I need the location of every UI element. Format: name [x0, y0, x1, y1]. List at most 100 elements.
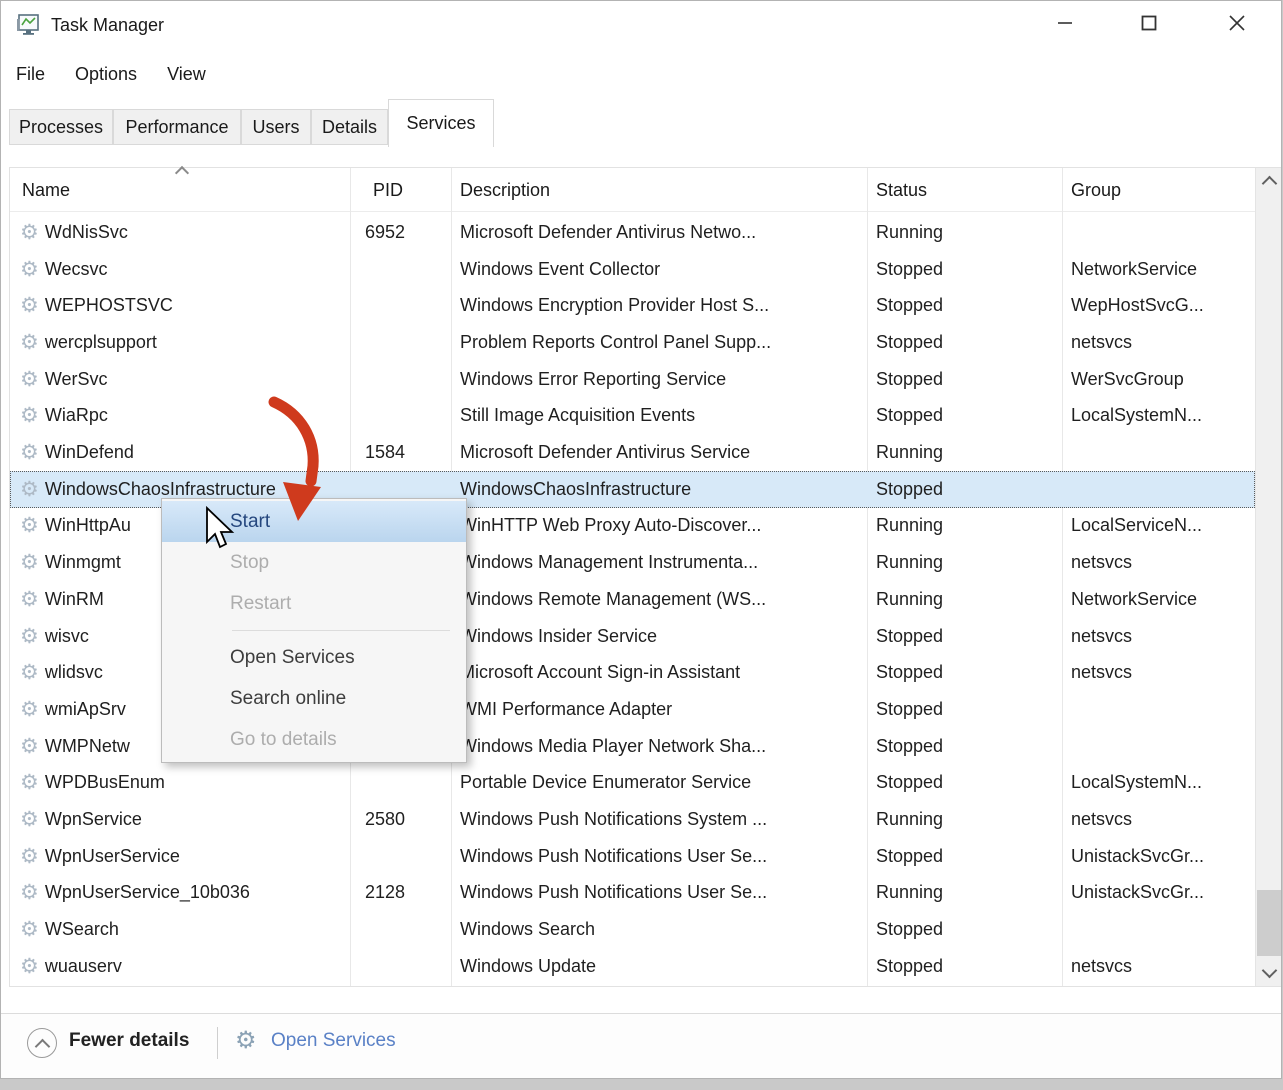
service-row-WpnUserService[interactable]: ⚙WpnUserServiceWindows Push Notification… [10, 838, 1255, 875]
service-status-cell: Stopped [867, 332, 1062, 353]
open-services-link[interactable]: Open Services [271, 1030, 396, 1052]
service-group-cell: NetworkService [1062, 589, 1255, 610]
maximize-button[interactable] [1121, 1, 1177, 45]
scroll-up-icon[interactable] [1256, 168, 1282, 194]
service-row-WinDefend[interactable]: ⚙WinDefend1584Microsoft Defender Antivir… [10, 434, 1255, 471]
close-button[interactable] [1209, 1, 1265, 45]
service-row-wercplsupport[interactable]: ⚙wercplsupportProblem Reports Control Pa… [10, 324, 1255, 361]
column-header-pid[interactable]: PID [373, 168, 403, 212]
service-status-cell: Stopped [867, 736, 1062, 757]
service-gear-icon: ⚙ [20, 405, 39, 426]
service-name: wercplsupport [45, 332, 157, 353]
tab-performance[interactable]: Performance [113, 109, 241, 145]
service-gear-icon: ⚙ [20, 259, 39, 280]
service-gear-icon: ⚙ [20, 809, 39, 830]
service-status-cell: Running [867, 442, 1062, 463]
column-header-group[interactable]: Group [1071, 168, 1121, 212]
service-name: wmiApSrv [45, 699, 126, 720]
service-row-wuauserv[interactable]: ⚙wuauservWindows UpdateStoppednetsvcs [10, 948, 1255, 985]
service-status-cell: Stopped [867, 662, 1062, 683]
service-description-cell: Windows Push Notifications System ... [451, 809, 867, 830]
service-row-WpnService[interactable]: ⚙WpnService2580Windows Push Notification… [10, 801, 1255, 838]
scrollbar-thumb[interactable] [1257, 890, 1281, 956]
service-row-Wecsvc[interactable]: ⚙WecsvcWindows Event CollectorStoppedNet… [10, 251, 1255, 288]
service-pid-cell: 6952 [350, 222, 451, 243]
menu-item-start[interactable]: Start [162, 501, 466, 542]
service-row-WSearch[interactable]: ⚙ WSearch Windows SearchStopped [10, 911, 1255, 948]
service-name-cell: ⚙ Wecsvc [10, 259, 350, 280]
service-name-cell: ⚙WEPHOSTSVC [10, 295, 350, 316]
minimize-button[interactable] [1037, 1, 1093, 45]
scroll-down-icon[interactable] [1256, 960, 1282, 986]
service-row-WerSvc[interactable]: ⚙WerSvcWindows Error Reporting ServiceSt… [10, 361, 1255, 398]
column-header-description[interactable]: Description [460, 168, 550, 212]
service-status-cell: Stopped [867, 626, 1062, 647]
fewer-details-chevron-icon[interactable] [27, 1028, 57, 1058]
menubar-item-file[interactable]: File [16, 64, 45, 85]
service-description-cell: Microsoft Defender Antivirus Netwo... [451, 222, 867, 243]
footer-bar: Fewer details ⚙ Open Services [1, 1013, 1281, 1079]
service-status-cell: Stopped [867, 699, 1062, 720]
service-group-cell: netsvcs [1062, 956, 1255, 977]
menu-item-open-services[interactable]: Open Services [162, 637, 466, 678]
table-header: Name PID Description Status Group [10, 168, 1255, 212]
service-name: WindowsChaosInfrastructure [45, 479, 276, 500]
service-status-cell: Stopped [867, 479, 1062, 500]
task-manager-window: Task Manager FileOptionsView ProcessesPe… [0, 0, 1282, 1079]
task-manager-icon [15, 13, 40, 42]
service-name: WiaRpc [45, 405, 108, 426]
tab-services[interactable]: Services [388, 99, 494, 147]
service-group-cell: netsvcs [1062, 552, 1255, 573]
service-name-cell: ⚙ WSearch [10, 919, 350, 940]
sort-ascending-icon [176, 165, 187, 176]
fewer-details-button[interactable]: Fewer details [69, 1030, 189, 1052]
service-row-WiaRpc[interactable]: ⚙WiaRpcStill Image Acquisition EventsSto… [10, 398, 1255, 435]
menubar-item-view[interactable]: View [167, 64, 206, 85]
service-gear-icon: ⚙ [20, 369, 39, 390]
service-gear-icon: ⚙ [20, 626, 39, 647]
tab-strip: ProcessesPerformanceUsersDetailsServices [1, 99, 1281, 147]
service-group-cell: netsvcs [1062, 332, 1255, 353]
service-name-cell: ⚙WindowsChaosInfrastructure [10, 479, 350, 500]
service-name: WerSvc [45, 369, 108, 390]
menu-item-stop: Stop [162, 542, 466, 583]
service-description-cell: Windows Search [451, 919, 867, 940]
service-gear-icon: ⚙ [20, 332, 39, 353]
service-row-WPDBusEnum[interactable]: ⚙WPDBusEnumPortable Device Enumerator Se… [10, 765, 1255, 802]
service-name-cell: ⚙ WerSvc [10, 369, 350, 390]
menu-separator [232, 630, 450, 631]
service-name-cell: ⚙WinDefend [10, 442, 350, 463]
service-gear-icon: ⚙ [20, 772, 39, 793]
service-pid-cell: 1584 [350, 442, 451, 463]
service-status-cell: Stopped [867, 295, 1062, 316]
service-row-WEPHOSTSVC[interactable]: ⚙WEPHOSTSVCWindows Encryption Provider H… [10, 287, 1255, 324]
tab-users[interactable]: Users [241, 109, 311, 145]
service-row-WpnUserService_10b036[interactable]: ⚙WpnUserService_10b0362128Windows Push N… [10, 875, 1255, 912]
service-description-cell: Windows Error Reporting Service [451, 369, 867, 390]
service-pid-cell: 2580 [350, 809, 451, 830]
menubar-item-options[interactable]: Options [75, 64, 137, 85]
column-header-status[interactable]: Status [876, 168, 927, 212]
service-name: WSearch [45, 919, 119, 940]
service-description-cell: Windows Insider Service [451, 626, 867, 647]
service-name: WinHttpAu [45, 515, 131, 536]
service-name: WEPHOSTSVC [45, 295, 173, 316]
service-gear-icon: ⚙ [20, 919, 39, 940]
service-name-cell: ⚙wuauserv [10, 956, 350, 977]
service-description-cell: Still Image Acquisition Events [451, 405, 867, 426]
service-name: Wecsvc [45, 259, 108, 280]
service-description-cell: Windows Remote Management (WS... [451, 589, 867, 610]
service-row-WdNisSvc[interactable]: ⚙WdNisSvc6952Microsoft Defender Antiviru… [10, 214, 1255, 251]
service-status-cell: Stopped [867, 919, 1062, 940]
menu-item-search-online[interactable]: Search online [162, 678, 466, 719]
service-description-cell: WindowsChaosInfrastructure [451, 479, 867, 500]
service-description-cell: Windows Management Instrumenta... [451, 552, 867, 573]
service-name: WPDBusEnum [45, 772, 165, 793]
service-status-cell: Stopped [867, 259, 1062, 280]
tab-processes[interactable]: Processes [9, 109, 113, 145]
tab-details[interactable]: Details [311, 109, 388, 145]
column-header-name[interactable]: Name [22, 168, 70, 212]
service-gear-icon: ⚙ [20, 882, 39, 903]
vertical-scrollbar[interactable] [1255, 168, 1281, 986]
service-name-cell: ⚙WdNisSvc [10, 222, 350, 243]
